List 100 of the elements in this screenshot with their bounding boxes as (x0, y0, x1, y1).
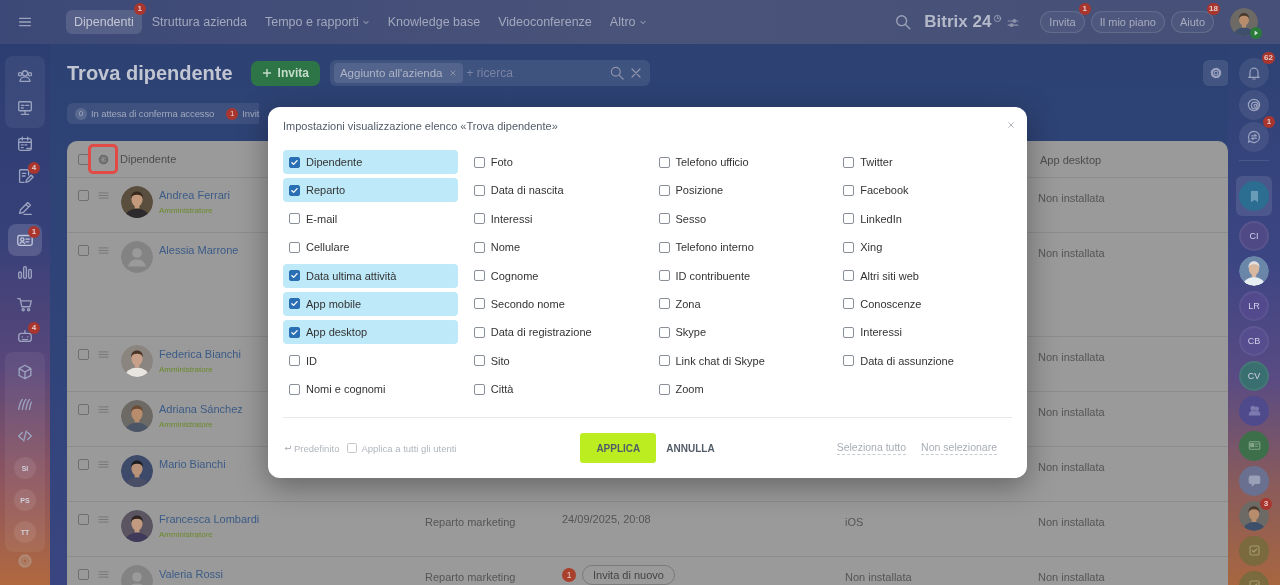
close-icon[interactable] (1005, 119, 1017, 131)
checkbox[interactable] (78, 245, 89, 256)
settings-button[interactable] (88, 144, 118, 174)
checkbox[interactable] (473, 213, 485, 225)
column-option[interactable]: Dipendente (283, 150, 458, 174)
initials-avatar[interactable]: CV (1239, 360, 1269, 391)
column-option[interactable]: Altri siti web (837, 263, 1012, 288)
search-icon[interactable] (894, 13, 913, 31)
checkbox[interactable] (78, 153, 89, 165)
column-option[interactable]: Telefono ufficio (652, 150, 828, 174)
drag-handle-icon[interactable] (97, 244, 110, 257)
nav-tab[interactable]: Tempo e rapporti (256, 10, 378, 34)
column-option[interactable]: ID (283, 348, 458, 373)
checkbox[interactable] (473, 355, 485, 367)
column-option[interactable]: Facebook (837, 178, 1012, 203)
checkbox[interactable] (289, 326, 300, 338)
column-option[interactable]: Interessi (467, 206, 643, 231)
column-option[interactable]: E-mail (283, 206, 458, 231)
checkbox[interactable] (473, 156, 485, 168)
checkbox[interactable] (843, 213, 855, 225)
checkbox[interactable] (289, 156, 300, 168)
apply-button[interactable]: APPLICA (580, 433, 657, 464)
counter-label[interactable]: In attesa di conferma accesso (91, 108, 215, 119)
drag-handle-icon[interactable] (97, 568, 110, 581)
column-option[interactable]: Cognome (467, 263, 643, 288)
checkbox[interactable] (658, 270, 670, 282)
column-option[interactable]: Xing (837, 235, 1012, 260)
initials-avatar[interactable]: CI (1239, 220, 1269, 251)
checkbox[interactable] (289, 270, 300, 282)
checkbox[interactable] (843, 156, 855, 168)
column-option[interactable]: Link chat di Skype (652, 348, 828, 373)
column-option[interactable]: Skype (652, 320, 828, 345)
checkbox[interactable] (473, 241, 485, 253)
sidebar-item[interactable]: 4 (8, 320, 42, 352)
sidebar-item[interactable]: 1 (8, 224, 42, 256)
nav-tab[interactable]: Struttura azienda (143, 10, 255, 34)
checkbox[interactable] (658, 298, 670, 310)
column-option[interactable]: Data ultima attività (283, 263, 458, 288)
settings-button[interactable] (1203, 60, 1229, 86)
column-option[interactable]: LinkedIn (837, 206, 1012, 231)
drag-handle-icon[interactable] (97, 348, 110, 361)
checkbox[interactable] (658, 213, 670, 225)
checkbox[interactable] (843, 241, 855, 253)
search-icon[interactable] (608, 65, 625, 81)
drag-handle-icon[interactable] (97, 403, 110, 416)
sidebar-item[interactable] (1239, 430, 1269, 461)
column-option[interactable]: Zoom (652, 377, 828, 402)
checkbox[interactable] (473, 383, 485, 395)
checkbox[interactable] (289, 355, 300, 367)
checkbox[interactable] (843, 326, 855, 338)
checkbox[interactable] (78, 569, 89, 580)
sidebar-item[interactable] (1239, 465, 1269, 496)
checkbox[interactable] (78, 349, 89, 360)
checkbox[interactable] (843, 298, 855, 310)
checkbox[interactable] (78, 459, 89, 470)
checkbox[interactable] (843, 270, 855, 282)
column-option[interactable]: Città (467, 377, 643, 402)
checkbox[interactable] (347, 443, 358, 454)
column-option[interactable]: ID contribuente (652, 263, 828, 288)
column-option[interactable]: Posizione (652, 178, 828, 203)
column-option[interactable]: Telefono interno (652, 235, 828, 260)
checkbox[interactable] (473, 298, 485, 310)
sidebar-item[interactable] (1239, 90, 1269, 120)
drag-handle-icon[interactable] (97, 458, 110, 471)
checkbox[interactable] (843, 184, 855, 196)
checkbox[interactable] (473, 326, 485, 338)
checkbox[interactable] (658, 326, 670, 338)
checkbox[interactable] (289, 383, 300, 395)
column-option[interactable]: App desktop (283, 320, 458, 345)
checkbox[interactable] (658, 156, 670, 168)
column-option[interactable]: Reparto (283, 178, 458, 203)
column-option[interactable]: Sesso (652, 206, 828, 231)
column-option[interactable]: Cellulare (283, 235, 458, 260)
checkbox[interactable] (658, 355, 670, 367)
column-option[interactable]: Foto (467, 150, 643, 174)
initials-avatar[interactable]: CB (1239, 325, 1269, 356)
column-option[interactable]: App mobile (283, 291, 458, 316)
drag-handle-icon[interactable] (97, 189, 110, 202)
checkbox[interactable] (289, 213, 300, 225)
cancel-button[interactable]: ANNULLA (666, 433, 715, 464)
nav-tab[interactable]: Knowledge base (379, 10, 489, 34)
checkbox[interactable] (658, 184, 670, 196)
sliders-icon[interactable] (1006, 16, 1021, 30)
checkbox[interactable] (289, 298, 300, 310)
drag-handle-icon[interactable] (97, 513, 110, 526)
close-icon[interactable] (448, 69, 457, 77)
column-option[interactable]: Data di nascita (467, 178, 643, 203)
column-option[interactable]: Zona (652, 291, 828, 316)
checkbox[interactable] (658, 383, 670, 395)
checkbox[interactable] (78, 190, 89, 201)
sidebar-item[interactable] (1239, 122, 1269, 152)
column-option[interactable]: Nomi e cognomi (283, 377, 458, 402)
sidebar-item[interactable]: 4 (8, 160, 42, 192)
column-option[interactable]: Interessi (837, 320, 1012, 345)
checkbox[interactable] (843, 355, 855, 367)
counter-label[interactable]: Invit (242, 108, 260, 119)
initials-avatar[interactable]: LR (1239, 290, 1269, 321)
checkbox[interactable] (78, 514, 89, 525)
checkbox[interactable] (658, 241, 670, 253)
sidebar-item[interactable] (1239, 181, 1269, 211)
